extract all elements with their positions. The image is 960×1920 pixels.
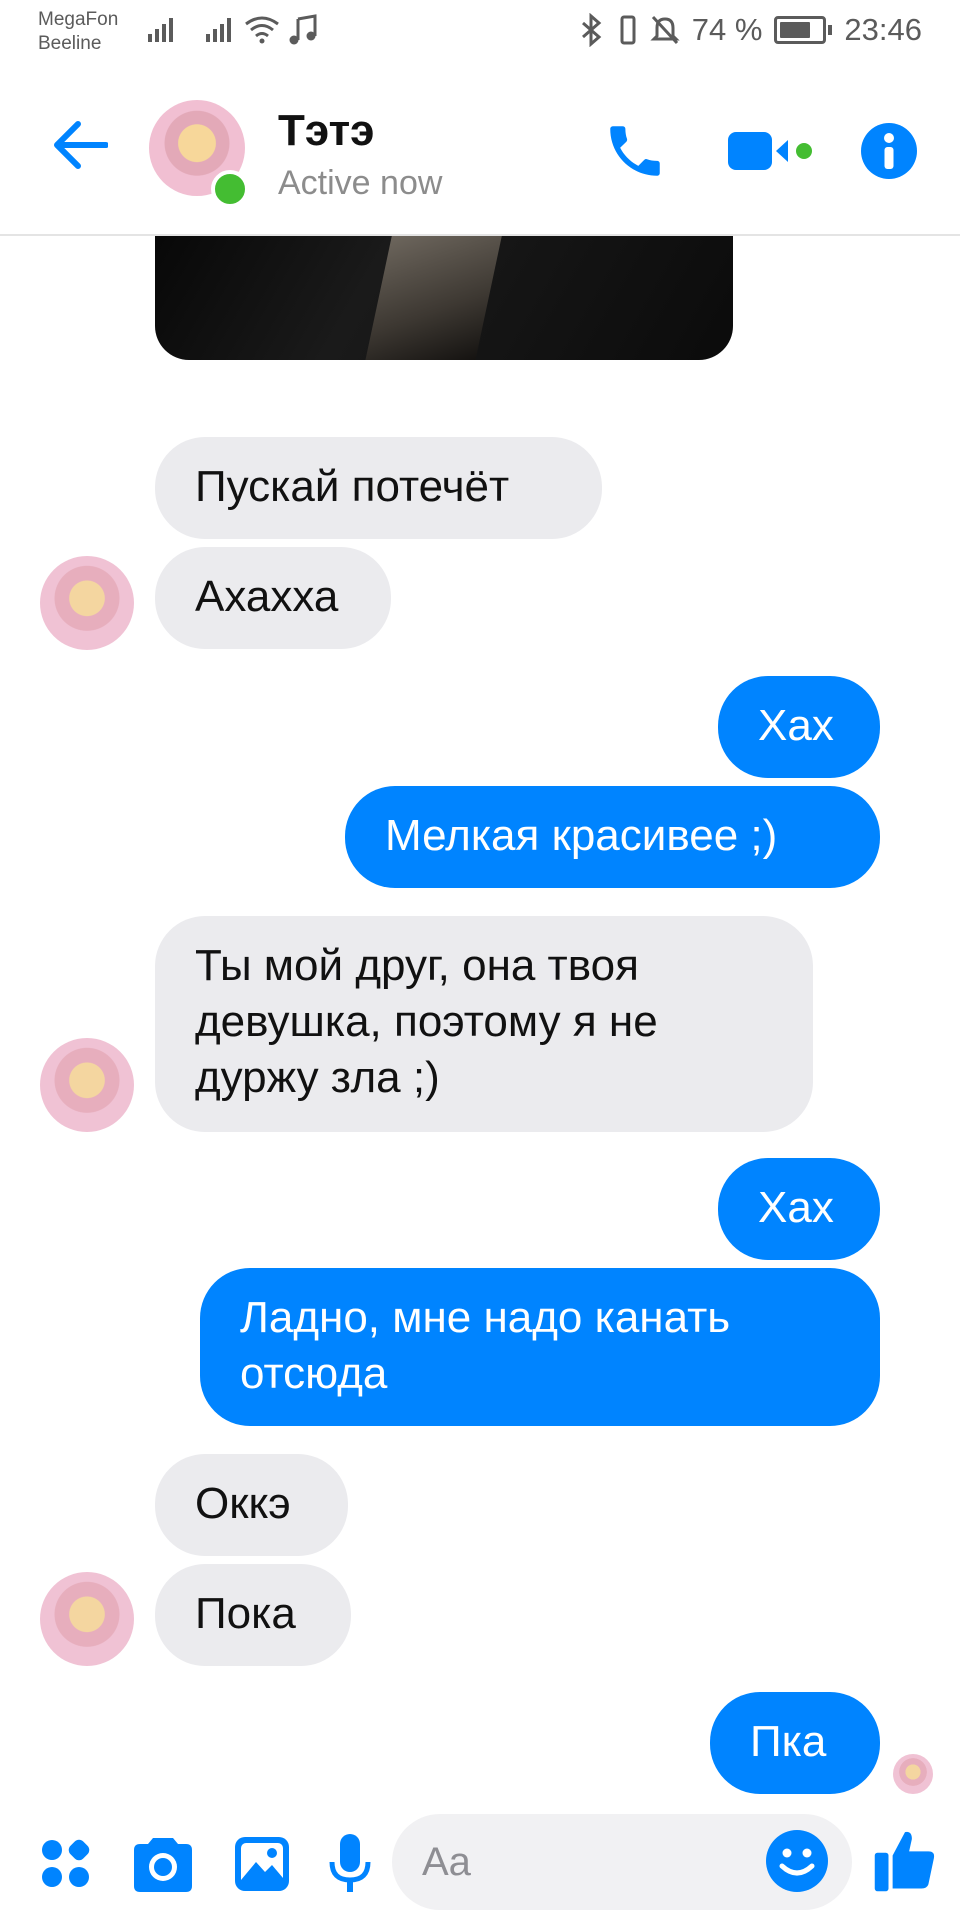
carrier-labels: MegaFon Beeline xyxy=(38,8,118,56)
contact-status: Active now xyxy=(278,164,443,202)
photo-content xyxy=(365,236,515,360)
bluetooth-icon xyxy=(581,13,602,47)
battery-icon xyxy=(774,16,827,44)
music-icon xyxy=(289,14,317,45)
emoji-icon[interactable] xyxy=(764,1828,830,1894)
phone-icon[interactable] xyxy=(602,118,668,184)
gallery-icon[interactable] xyxy=(232,1834,292,1894)
message-incoming[interactable]: Ахахха xyxy=(155,547,391,649)
battery-percent: 74 % xyxy=(691,12,763,47)
message-incoming[interactable]: Пускай потечёт xyxy=(155,437,602,539)
battery-tip xyxy=(828,25,833,35)
signal-icon-2 xyxy=(206,18,231,42)
message-incoming[interactable]: Ты мой друг, она твоя девушка, поэтому я… xyxy=(155,916,813,1132)
clock: 23:46 xyxy=(844,12,922,47)
message-incoming[interactable]: Оккэ xyxy=(155,1454,348,1556)
signal-icon xyxy=(148,18,173,42)
wifi-icon xyxy=(245,16,279,44)
read-receipt-avatar xyxy=(893,1754,933,1794)
apps-icon[interactable] xyxy=(40,1838,94,1892)
online-indicator xyxy=(211,170,249,208)
message-outgoing[interactable]: Пка xyxy=(710,1692,880,1794)
carrier-2: Beeline xyxy=(38,33,102,54)
sender-avatar[interactable] xyxy=(40,556,134,650)
message-outgoing[interactable]: Хах xyxy=(718,676,880,778)
microphone-icon[interactable] xyxy=(326,1832,374,1898)
back-arrow-icon[interactable] xyxy=(52,120,108,170)
status-bar: MegaFon Beeline 74 % 23:46 xyxy=(0,0,960,64)
message-input[interactable] xyxy=(420,1836,754,1888)
composer-bar xyxy=(0,1806,960,1920)
carrier-1: MegaFon xyxy=(38,9,119,30)
sender-avatar[interactable] xyxy=(40,1038,134,1132)
message-incoming[interactable]: Пока xyxy=(155,1564,351,1666)
conversation-header: Тэтэ Active now xyxy=(0,64,960,236)
info-icon[interactable] xyxy=(860,122,918,180)
message-list[interactable]: Пускай потечёт Ахахха Хах Мелкая красиве… xyxy=(0,236,960,1806)
vibrate-icon xyxy=(620,15,636,45)
message-outgoing[interactable]: Ладно, мне надо канать отсюда xyxy=(200,1268,880,1426)
message-outgoing[interactable]: Мелкая красивее ;) xyxy=(345,786,880,888)
message-input-container[interactable] xyxy=(392,1814,852,1910)
mute-icon xyxy=(650,15,680,45)
like-icon[interactable] xyxy=(872,1824,938,1898)
camera-icon[interactable] xyxy=(130,1836,196,1894)
sender-avatar[interactable] xyxy=(40,1572,134,1666)
message-outgoing[interactable]: Хах xyxy=(718,1158,880,1260)
contact-name[interactable]: Тэтэ xyxy=(278,106,374,156)
status-right: 74 % 23:46 xyxy=(578,12,922,48)
battery-level xyxy=(780,22,811,38)
shared-photo[interactable] xyxy=(155,236,733,360)
video-call-icon[interactable] xyxy=(726,126,812,176)
